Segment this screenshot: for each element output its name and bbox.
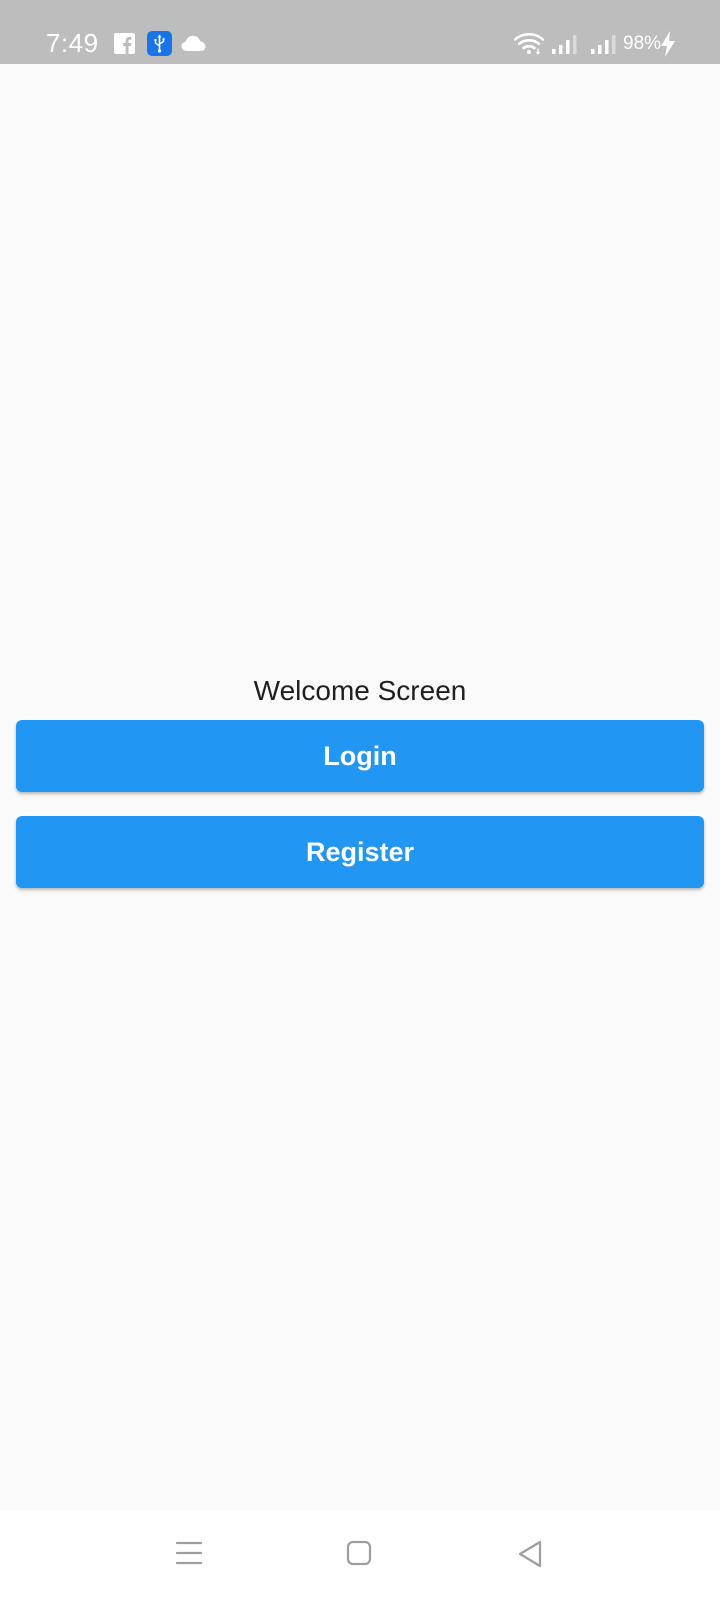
- status-time: 7:49: [46, 28, 99, 58]
- app-screen: 7:49 98% Welcome Screen Login Register: [0, 0, 720, 1600]
- battery-percentage: 98%: [623, 33, 662, 54]
- back-icon[interactable]: [516, 1539, 544, 1569]
- signal-icon: [591, 35, 616, 54]
- system-navigation-bar: [0, 1510, 720, 1600]
- menu-icon[interactable]: [175, 1539, 203, 1567]
- status-bar: 7:49 98%: [0, 0, 720, 64]
- facebook-icon: [114, 33, 135, 54]
- login-button[interactable]: Login: [16, 720, 704, 792]
- welcome-content: Welcome Screen Login Register: [0, 64, 720, 1510]
- signal-icon: [552, 35, 577, 54]
- wifi-icon: [514, 32, 544, 55]
- cloud-icon: [181, 35, 206, 51]
- charging-bolt-icon: [661, 31, 675, 57]
- page-title: Welcome Screen: [253, 675, 467, 706]
- register-button[interactable]: Register: [16, 816, 704, 888]
- home-icon[interactable]: [345, 1539, 373, 1567]
- usb-icon: [147, 31, 172, 56]
